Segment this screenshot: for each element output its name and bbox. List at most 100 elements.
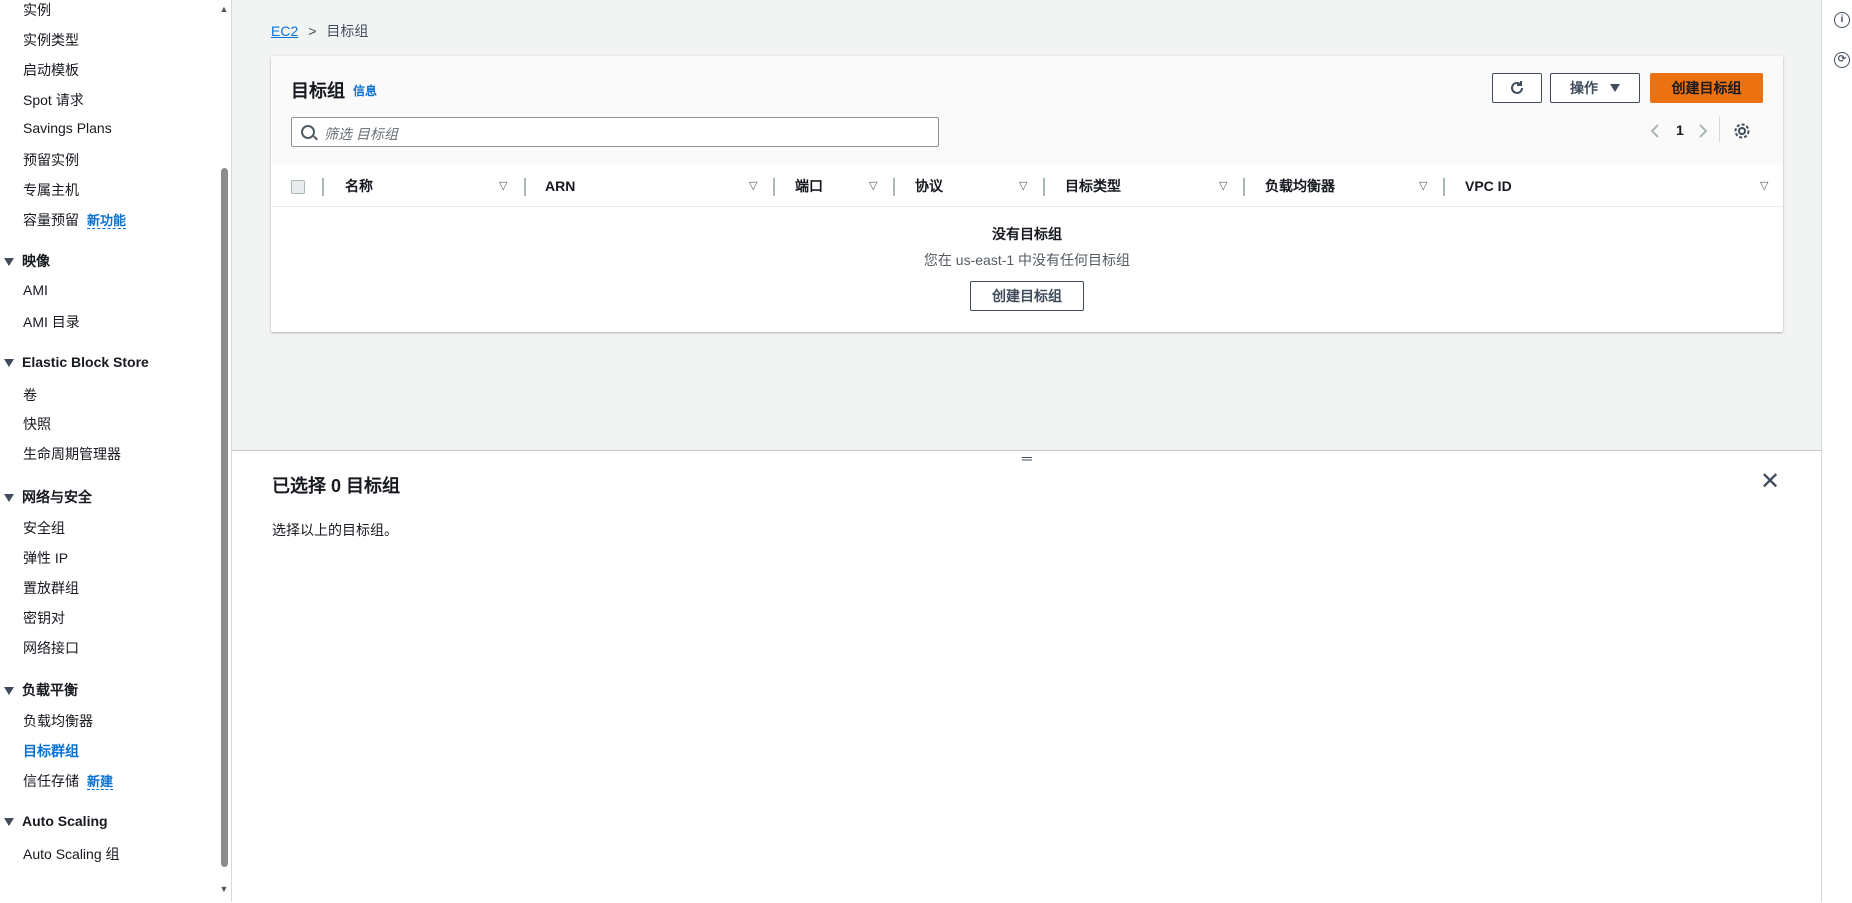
column-resizer (322, 178, 324, 196)
right-tools-rail (1821, 0, 1852, 902)
nav-section-title: 网络与安全 (22, 489, 92, 505)
split-panel-resize-handle[interactable]: ═ (1020, 451, 1034, 465)
actions-dropdown[interactable]: 操作 (1550, 73, 1640, 103)
nav-section-title: 负载平衡 (22, 682, 78, 698)
caret-down-icon (4, 359, 14, 368)
select-all-checkbox[interactable] (291, 180, 305, 194)
nav-section-ebs[interactable]: Elastic Block Store (4, 354, 149, 370)
nav-item-security-groups[interactable]: 安全组 (23, 518, 65, 538)
nav-item-reserved-instances[interactable]: 预留实例 (23, 150, 79, 170)
new-badge: 新建 (87, 774, 114, 790)
column-header-vpc-id[interactable]: VPC ID (1465, 166, 1512, 206)
chevron-right-icon[interactable] (1697, 123, 1709, 139)
page-number[interactable]: 1 (1676, 122, 1684, 138)
nav-section-images[interactable]: 映像 (4, 251, 50, 271)
sort-icon[interactable]: ▽ (499, 166, 507, 206)
nav-item-ami-catalog[interactable]: AMI 目录 (23, 312, 80, 332)
sort-icon[interactable]: ▽ (1219, 166, 1227, 206)
column-header-name[interactable]: 名称 (345, 166, 373, 206)
nav-item-launch-templates[interactable]: 启动模板 (23, 60, 79, 80)
info-icon[interactable]: i (1834, 12, 1850, 28)
caret-down-icon (4, 494, 14, 503)
target-groups-table-container: 目标组 信息 操作 创建目标组 筛选 目标组 1 名称 ▽ ARN ▽ 端口 ▽… (271, 56, 1783, 332)
refresh-icon (1511, 81, 1523, 94)
empty-create-target-group-button[interactable]: 创建目标组 (970, 281, 1084, 311)
new-feature-badge: 新功能 (87, 213, 127, 229)
close-icon[interactable]: ✕ (1760, 470, 1780, 494)
empty-state-title: 没有目标组 (992, 226, 1062, 242)
caret-down-icon (4, 818, 14, 827)
column-header-port[interactable]: 端口 (795, 166, 823, 206)
nav-section-network-security[interactable]: 网络与安全 (4, 487, 92, 507)
feedback-icon[interactable]: ⟳ (1834, 52, 1850, 68)
nav-item-network-interfaces[interactable]: 网络接口 (23, 638, 79, 658)
search-icon (301, 125, 315, 139)
scroll-down-arrow-icon[interactable]: ▼ (218, 884, 230, 894)
nav-item-snapshots[interactable]: 快照 (23, 414, 51, 434)
nav-item-trust-stores[interactable]: 信任存储 新建 (23, 771, 114, 791)
filter-input[interactable]: 筛选 目标组 (291, 117, 939, 147)
sort-icon[interactable]: ▽ (1760, 166, 1768, 206)
sort-icon[interactable]: ▽ (1019, 166, 1027, 206)
column-resizer[interactable] (1443, 178, 1445, 196)
side-navigation: 实例 实例类型 启动模板 Spot 请求 Savings Plans 预留实例 … (0, 0, 218, 902)
refresh-button[interactable] (1492, 73, 1542, 103)
column-resizer[interactable] (1243, 178, 1245, 196)
nav-item-spot-requests[interactable]: Spot 请求 (23, 90, 84, 110)
caret-down-icon (4, 258, 14, 267)
breadcrumb: EC2 > 目标组 (271, 21, 368, 41)
nav-section-title: Auto Scaling (22, 813, 108, 829)
column-header-target-type[interactable]: 目标类型 (1065, 166, 1121, 206)
page-title: 目标组 (291, 81, 345, 101)
nav-section-title: Elastic Block Store (22, 354, 149, 370)
nav-item-lifecycle-manager[interactable]: 生命周期管理器 (23, 444, 121, 464)
breadcrumb-ec2-link[interactable]: EC2 (271, 23, 298, 39)
split-panel-title: 已选择 0 目标组 (272, 476, 401, 496)
nav-item-key-pairs[interactable]: 密钥对 (23, 608, 65, 628)
nav-item-target-groups[interactable]: 目标群组 (23, 741, 79, 761)
nav-item-label: 容量预留 (23, 212, 79, 228)
nav-section-title: 映像 (22, 253, 50, 269)
sort-icon[interactable]: ▽ (869, 166, 877, 206)
filter-placeholder: 筛选 目标组 (324, 126, 398, 142)
nav-item-ami[interactable]: AMI (23, 282, 48, 298)
chevron-left-icon[interactable] (1649, 123, 1661, 139)
scroll-up-arrow-icon[interactable]: ▲ (218, 4, 230, 14)
empty-state-description: 您在 us-east-1 中没有任何目标组 (923, 252, 1131, 268)
nav-item-load-balancers[interactable]: 负载均衡器 (23, 711, 93, 731)
sidebar-scroll-thumb[interactable] (221, 168, 228, 867)
column-header-protocol[interactable]: 协议 (915, 166, 943, 206)
nav-item-instances[interactable]: 实例 (23, 0, 51, 20)
column-resizer[interactable] (773, 178, 775, 196)
caret-down-icon (1610, 84, 1620, 92)
sort-icon[interactable]: ▽ (749, 166, 757, 206)
column-header-load-balancer[interactable]: 负载均衡器 (1265, 166, 1335, 206)
column-resizer[interactable] (893, 178, 895, 196)
nav-item-volumes[interactable]: 卷 (23, 385, 37, 405)
split-panel-hint: 选择以上的目标组。 (272, 522, 398, 538)
sort-icon[interactable]: ▽ (1419, 166, 1427, 206)
info-link[interactable]: 信息 (353, 82, 377, 99)
breadcrumb-current: 目标组 (326, 23, 369, 39)
actions-label: 操作 (1570, 80, 1598, 96)
breadcrumb-separator-icon: > (308, 23, 317, 39)
nav-item-elastic-ips[interactable]: 弹性 IP (23, 548, 68, 568)
column-resizer[interactable] (524, 178, 526, 196)
nav-item-dedicated-hosts[interactable]: 专属主机 (23, 180, 79, 200)
nav-section-auto-scaling[interactable]: Auto Scaling (4, 813, 108, 829)
nav-item-placement-groups[interactable]: 置放群组 (23, 578, 79, 598)
nav-item-instance-types[interactable]: 实例类型 (23, 30, 79, 50)
pager-divider (1719, 116, 1720, 142)
create-target-group-button[interactable]: 创建目标组 (1650, 73, 1763, 103)
nav-section-load-balancing[interactable]: 负载平衡 (4, 680, 78, 700)
column-header-arn[interactable]: ARN (545, 166, 575, 206)
split-panel (232, 450, 1821, 903)
nav-item-auto-scaling-groups[interactable]: Auto Scaling 组 (23, 844, 120, 864)
column-resizer[interactable] (1043, 178, 1045, 196)
caret-down-icon (4, 687, 14, 696)
nav-item-capacity-reservations[interactable]: 容量预留 新功能 (23, 210, 127, 230)
table-column-headers: 名称 ▽ ARN ▽ 端口 ▽ 协议 ▽ 目标类型 ▽ 负载均衡器 ▽ VPC … (271, 166, 1783, 207)
nav-item-label: 信任存储 (23, 773, 79, 789)
settings-icon[interactable] (1733, 122, 1751, 140)
nav-item-savings-plans[interactable]: Savings Plans (23, 120, 112, 136)
